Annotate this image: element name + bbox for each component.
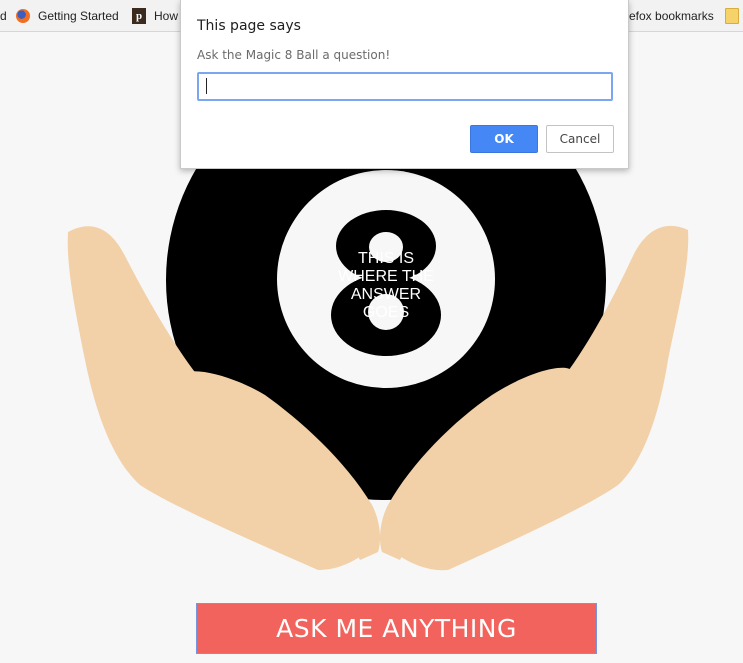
ask-me-anything-button[interactable]: ASK ME ANYTHING — [196, 603, 597, 654]
dialog-message: Ask the Magic 8 Ball a question! — [197, 48, 391, 62]
text-caret — [206, 78, 207, 94]
question-input[interactable] — [197, 72, 613, 101]
ok-button[interactable]: OK — [470, 125, 538, 153]
answer-text: THIS IS WHERE THE ANSWER GOES — [338, 250, 434, 321]
prompt-dialog: This page says Ask the Magic 8 Ball a qu… — [180, 0, 629, 169]
cancel-button[interactable]: Cancel — [546, 125, 614, 153]
page: d Getting Started p How efox bookmarks T… — [0, 0, 743, 663]
dialog-title: This page says — [197, 18, 301, 34]
